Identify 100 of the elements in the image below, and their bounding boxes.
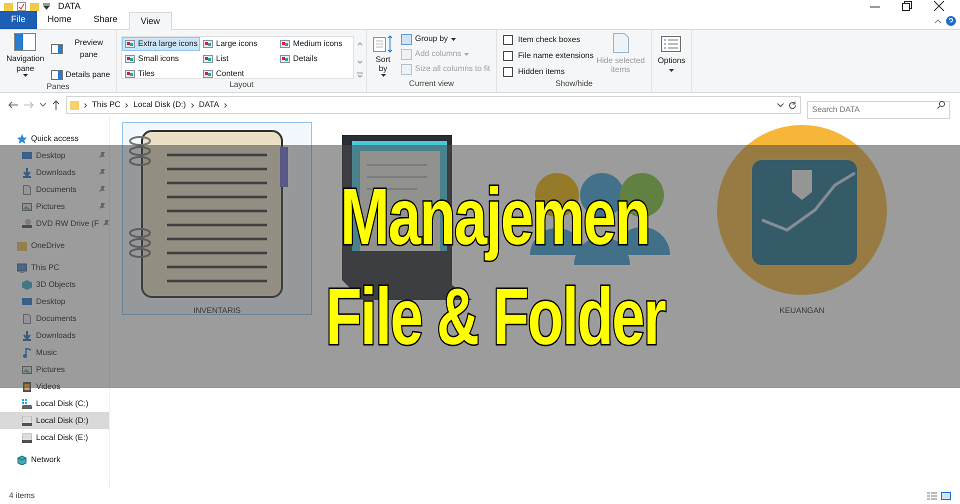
caret-icon bbox=[668, 69, 674, 72]
large-icons-view-icon bbox=[941, 492, 951, 500]
sidebar-item[interactable]: Pictures bbox=[0, 361, 109, 378]
picture-icon bbox=[22, 364, 32, 374]
sidebar-item[interactable]: OneDrive bbox=[0, 237, 109, 254]
sort-icon bbox=[373, 35, 393, 53]
sidebar-item[interactable]: Downloads bbox=[0, 327, 109, 344]
sidebar-item[interactable]: Local Disk (D:) bbox=[0, 412, 109, 429]
sidebar-item[interactable]: Desktop bbox=[0, 293, 109, 310]
caret-icon bbox=[380, 74, 386, 77]
monitor-icon bbox=[22, 150, 32, 160]
address-bar[interactable]: This PC Local Disk (D:) DATA bbox=[66, 96, 801, 114]
folder-icon bbox=[17, 240, 27, 250]
sidebar-item[interactable]: 3D Objects bbox=[0, 276, 109, 293]
monitor-icon bbox=[22, 296, 32, 306]
checkbox[interactable]: Item check boxes bbox=[503, 34, 594, 46]
sidebar-item[interactable]: Pictures bbox=[0, 198, 109, 215]
file-item[interactable]: KEUANGAN bbox=[692, 122, 912, 315]
chevron-right-icon bbox=[190, 102, 194, 108]
status-text: 4 items bbox=[9, 490, 35, 502]
caret-icon bbox=[43, 2, 50, 10]
refresh-icon bbox=[788, 100, 797, 110]
film-icon bbox=[22, 382, 32, 392]
ribbon-tab[interactable]: Home bbox=[36, 11, 83, 29]
document-icon bbox=[22, 314, 32, 324]
breadcrumb[interactable]: Local Disk (D:) bbox=[133, 99, 186, 111]
search-icon bbox=[937, 101, 945, 109]
checkbox-box[interactable] bbox=[503, 51, 513, 61]
file-item[interactable]: INVENTARIS bbox=[122, 122, 312, 315]
checkbox-box[interactable] bbox=[503, 35, 513, 45]
breadcrumb[interactable]: DATA bbox=[198, 99, 220, 111]
help-icon bbox=[946, 16, 956, 26]
sidebar-item[interactable]: Downloads bbox=[0, 164, 109, 181]
group-label: Current view bbox=[408, 78, 455, 90]
layout-option[interactable]: Medium icons bbox=[277, 37, 355, 51]
pin-icon bbox=[102, 220, 110, 227]
search-field[interactable]: Search DATA bbox=[807, 100, 950, 118]
view-icon bbox=[203, 55, 213, 63]
options-icon bbox=[661, 36, 682, 52]
group-label: Layout bbox=[228, 79, 255, 91]
checkbox[interactable]: File name extensions bbox=[503, 50, 594, 62]
drive-icon bbox=[22, 416, 32, 426]
up-arrow-icon bbox=[52, 100, 60, 110]
pin-icon bbox=[99, 186, 106, 193]
sidebar-item[interactable]: This PC bbox=[0, 259, 109, 276]
layout-option[interactable]: Content bbox=[200, 67, 277, 81]
checklist-icon bbox=[17, 2, 26, 10]
navigation-pane-button[interactable]: Navigation pane bbox=[4, 33, 47, 81]
chevron-right-icon bbox=[125, 102, 128, 108]
layout-option[interactable]: Details bbox=[277, 52, 355, 66]
monitor-icon bbox=[17, 262, 27, 272]
sidebar-item[interactable]: Documents bbox=[0, 310, 109, 327]
view-icon bbox=[125, 55, 135, 63]
ribbon-tab[interactable]: View bbox=[128, 12, 172, 30]
group-label: Show/hide bbox=[554, 78, 594, 90]
sidebar-item[interactable]: Music bbox=[0, 344, 109, 361]
ribbon-tab[interactable]: Share bbox=[82, 11, 129, 29]
forward-arrow-icon bbox=[24, 101, 34, 109]
chevron-down-icon bbox=[40, 103, 46, 107]
pane-button[interactable]: Preview pane bbox=[50, 37, 112, 61]
chevron-up-icon bbox=[934, 18, 942, 24]
view-icon bbox=[203, 40, 213, 48]
banner-title: File & Folder bbox=[325, 270, 665, 362]
details-view-icon bbox=[927, 492, 937, 500]
download-icon bbox=[22, 330, 32, 340]
columns-icon bbox=[401, 34, 412, 44]
ribbon-tab[interactable]: File bbox=[0, 11, 37, 29]
checkbox-box[interactable] bbox=[503, 67, 513, 77]
checkbox[interactable]: Hidden items bbox=[503, 66, 594, 78]
caret-icon bbox=[464, 52, 470, 56]
pane-icon bbox=[50, 44, 63, 54]
sidebar-item[interactable]: Local Disk (E:) bbox=[0, 429, 109, 446]
sidebar-item[interactable]: Network bbox=[0, 451, 109, 468]
layout-option[interactable]: Extra large icons bbox=[122, 37, 200, 51]
breadcrumb[interactable]: This PC bbox=[92, 99, 120, 111]
drive-icon bbox=[22, 398, 32, 408]
chevron-down-icon bbox=[777, 102, 784, 108]
layout-option[interactable]: List bbox=[200, 52, 277, 66]
pane-button[interactable]: Details pane bbox=[50, 69, 112, 81]
layout-option[interactable]: Small icons bbox=[122, 52, 200, 66]
sidebar-item[interactable]: DVD RW Drive (F bbox=[0, 215, 109, 232]
folder-icon bbox=[70, 100, 79, 110]
drive-icon bbox=[22, 432, 32, 442]
folder-icon bbox=[4, 2, 13, 10]
sidebar-item[interactable]: Desktop bbox=[0, 147, 109, 164]
folder-icon bbox=[30, 2, 39, 10]
sidebar-item[interactable]: Documents bbox=[0, 181, 109, 198]
pane-icon bbox=[14, 33, 36, 51]
music-note-icon bbox=[22, 348, 32, 358]
view-option[interactable]: Group by bbox=[401, 33, 490, 45]
layout-option[interactable]: Tiles bbox=[122, 67, 200, 81]
layout-option[interactable]: Large icons bbox=[200, 37, 277, 51]
close-icon bbox=[934, 1, 944, 11]
options-button[interactable]: Options bbox=[658, 36, 686, 72]
sidebar-item[interactable]: Local Disk (C:) bbox=[0, 395, 109, 412]
view-icon bbox=[125, 40, 135, 48]
pin-icon bbox=[99, 152, 106, 159]
columns-icon bbox=[401, 48, 412, 60]
sort-button[interactable]: Sort by bbox=[371, 33, 395, 78]
sidebar-item[interactable]: Quick access bbox=[0, 130, 109, 147]
